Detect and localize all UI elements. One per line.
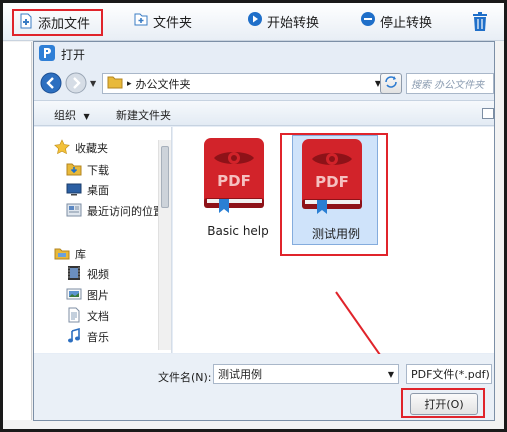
nav-music[interactable]: 音乐 xyxy=(66,327,109,347)
dialog-titlebar: 打开 xyxy=(34,42,494,66)
folder-icon xyxy=(107,75,123,92)
filename-dropdown-icon[interactable]: ▼ xyxy=(388,370,394,379)
address-bar[interactable]: ▸ 办公文件夹 ▼ xyxy=(102,73,386,94)
nav-recent-label: 最近访问的位置 xyxy=(87,205,164,218)
address-row: ▼ ▸ 办公文件夹 ▼ 搜索 办公文件夹 xyxy=(34,68,494,98)
app-logo-icon xyxy=(39,44,55,64)
search-input[interactable]: 搜索 办公文件夹 xyxy=(406,73,494,94)
nav-desktop-label: 桌面 xyxy=(87,184,109,197)
folder-label: 文件夹 xyxy=(153,15,193,31)
view-options-icon[interactable] xyxy=(482,108,494,119)
pdf-book-icon: PDF xyxy=(204,138,264,213)
stop-convert-label: 停止转换 xyxy=(380,15,433,31)
refresh-icon xyxy=(384,76,398,91)
nav-recent[interactable]: 最近访问的位置 xyxy=(66,202,164,220)
play-icon xyxy=(247,11,263,31)
nav-pictures-label: 图片 xyxy=(87,289,109,302)
nav-documents[interactable]: 文档 xyxy=(66,307,109,325)
file-item-basic-help[interactable]: PDF Basic help xyxy=(195,132,281,244)
pdf-badge-text: PDF xyxy=(217,172,251,190)
dialog-title: 打开 xyxy=(61,47,86,62)
filetype-value: PDF文件(*.pdf) xyxy=(411,368,490,381)
nav-videos[interactable]: 视频 xyxy=(66,265,109,283)
add-file-button[interactable]: 添加文件 xyxy=(12,9,103,36)
folder-button[interactable]: 文件夹 xyxy=(133,10,192,32)
app-left-strip xyxy=(3,42,32,420)
star-icon xyxy=(54,138,70,158)
add-folder-icon xyxy=(133,11,149,31)
filetype-select[interactable]: PDF文件(*.pdf) xyxy=(406,364,492,384)
address-path: 办公文件夹 xyxy=(135,77,191,91)
search-placeholder: 搜索 办公文件夹 xyxy=(411,80,485,91)
start-convert-button[interactable]: 开始转换 xyxy=(247,10,319,32)
nav-favorites-label: 收藏夹 xyxy=(75,142,108,155)
filename-label: 文件名(N): xyxy=(158,371,212,384)
nav-documents-label: 文档 xyxy=(87,310,109,323)
start-convert-label: 开始转换 xyxy=(267,15,320,31)
nav-libraries[interactable]: 库 xyxy=(54,245,86,263)
downloads-icon xyxy=(66,161,82,180)
nav-favorites[interactable]: 收藏夹 xyxy=(54,138,108,158)
breadcrumb-arrow-icon: ▸ xyxy=(127,78,132,89)
history-dropdown-icon[interactable]: ▼ xyxy=(90,79,96,88)
nav-pictures[interactable]: 图片 xyxy=(66,286,109,304)
nav-desktop[interactable]: 桌面 xyxy=(66,181,109,199)
nav-downloads[interactable]: 下载 xyxy=(66,161,109,179)
organize-menu[interactable]: 组织 ▼ xyxy=(54,107,90,123)
nav-scrollbar[interactable] xyxy=(158,140,171,350)
new-folder-label: 新建文件夹 xyxy=(116,109,171,122)
file-name-label: Basic help xyxy=(207,224,269,238)
nav-libraries-label: 库 xyxy=(75,248,86,261)
forward-icon[interactable] xyxy=(65,72,87,97)
add-file-label: 添加文件 xyxy=(38,17,91,32)
document-icon xyxy=(66,307,82,326)
nav-music-label: 音乐 xyxy=(87,331,109,344)
nav-videos-label: 视频 xyxy=(87,268,109,281)
navigation-pane: 收藏夹 下载 桌面 最近访问的位置 库 视频 图片 文档 音乐 xyxy=(34,127,172,353)
stop-icon xyxy=(360,11,376,31)
trash-icon[interactable] xyxy=(472,12,488,35)
stop-convert-button[interactable]: 停止转换 xyxy=(360,10,432,32)
new-folder-button[interactable]: 新建文件夹 xyxy=(116,107,171,123)
filename-value: 测试用例 xyxy=(218,368,262,381)
nav-downloads-label: 下载 xyxy=(87,164,109,177)
add-file-icon xyxy=(18,13,34,33)
music-note-icon xyxy=(66,327,82,347)
refresh-button[interactable] xyxy=(380,73,402,94)
organize-dropdown-icon: ▼ xyxy=(83,112,90,121)
picture-icon xyxy=(66,286,82,305)
back-icon[interactable] xyxy=(40,72,62,97)
nav-scrollbar-thumb[interactable] xyxy=(161,146,169,208)
recent-places-icon xyxy=(66,202,82,221)
command-bar: 组织 ▼ 新建文件夹 xyxy=(34,100,494,126)
filename-input[interactable]: 测试用例 ▼ xyxy=(213,364,399,384)
highlight-box-open xyxy=(401,388,485,418)
highlight-box-file xyxy=(280,133,388,256)
desktop-icon xyxy=(66,181,82,200)
video-icon xyxy=(66,265,82,284)
organize-label: 组织 xyxy=(54,109,76,122)
library-icon xyxy=(54,245,70,264)
